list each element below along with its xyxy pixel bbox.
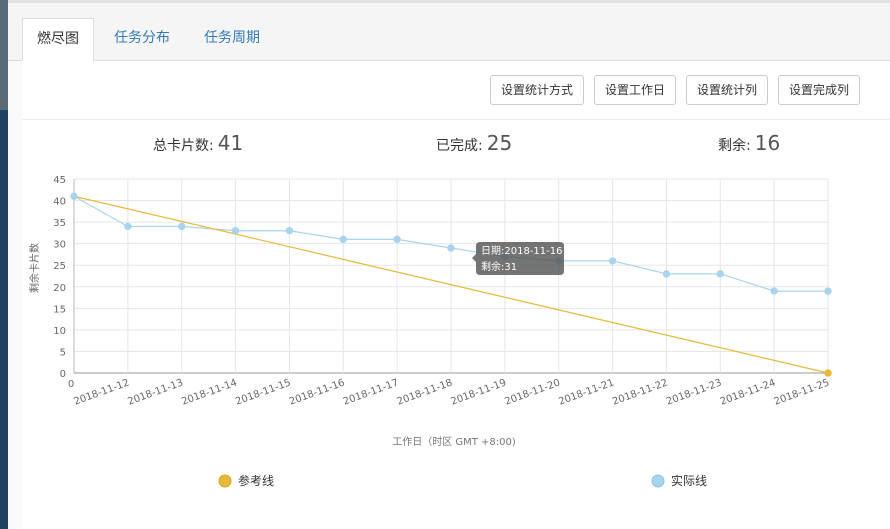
x-tick-label: 2018-11-12 xyxy=(73,377,131,407)
y-tick-label: 0 xyxy=(60,369,66,380)
data-point-1-12[interactable] xyxy=(716,270,724,278)
data-point-1-4[interactable] xyxy=(285,227,294,235)
y-tick-labels: 0 5 10 15 20 25 30 35 40 45 xyxy=(53,175,66,380)
legend-label-1[interactable]: 实际线 xyxy=(671,473,707,488)
app-sidebar-edge xyxy=(0,0,8,529)
y-axis-label: 剩余卡片数 xyxy=(28,243,41,293)
data-point-1-1[interactable] xyxy=(124,222,132,231)
x-tick-label: 2018-11-15 xyxy=(234,377,292,407)
y-tick-label: 35 xyxy=(53,218,66,229)
data-point-1-0[interactable] xyxy=(70,192,78,200)
data-point-0-14[interactable] xyxy=(824,369,832,377)
x-tick-label: 2018-11-20 xyxy=(503,377,561,407)
data-point-1-10[interactable] xyxy=(608,257,617,265)
data-point-1-5[interactable] xyxy=(339,235,347,244)
x-tick-label: 2018-11-24 xyxy=(719,377,777,407)
x-tick-label: 2018-11-18 xyxy=(396,377,454,407)
x-tick-label: 2018-11-13 xyxy=(126,377,184,407)
tab-task-distribution[interactable]: 任务分布 xyxy=(114,18,170,59)
x-tick-labels: 02018-11-122018-11-132018-11-142018-11-1… xyxy=(68,377,831,407)
tooltip-remaining: 剩余:31 xyxy=(481,260,517,273)
tooltip: 日期:2018-11-16 剩余:31 xyxy=(472,242,564,275)
x-tick-label: 2018-11-21 xyxy=(557,377,615,407)
y-tick-label: 25 xyxy=(53,261,66,272)
chart-content: 设置统计方式 设置工作日 设置统计列 设置完成列 总卡片数: 41 已完成: 25 … xyxy=(22,61,890,529)
tooltip-date: 日期:2018-11-16 xyxy=(481,245,562,257)
data-point-1-2[interactable] xyxy=(178,222,186,231)
x-tick-label: 2018-11-17 xyxy=(342,377,400,407)
x-axis-label: 工作日（时区 GMT +8:00) xyxy=(392,436,516,448)
data-point-1-3[interactable] xyxy=(231,227,240,235)
x-tick-label: 2018-11-16 xyxy=(288,377,346,407)
y-tick-label: 15 xyxy=(53,304,66,315)
chart-legend: 参考线 实际线 xyxy=(218,473,707,488)
legend-label-0[interactable]: 参考线 xyxy=(238,473,274,488)
x-tick-label: 0 xyxy=(68,379,74,390)
y-tick-label: 10 xyxy=(53,326,66,337)
data-point-1-11[interactable] xyxy=(662,270,671,278)
data-point-1-13[interactable] xyxy=(770,287,778,295)
tab-burndown[interactable]: 燃尽图 xyxy=(22,18,94,61)
x-tick-label: 2018-11-19 xyxy=(450,377,508,407)
y-tick-label: 30 xyxy=(53,240,66,251)
legend-marker-0[interactable] xyxy=(218,474,232,488)
data-point-1-7[interactable] xyxy=(447,244,455,252)
legend-marker-1[interactable] xyxy=(651,474,665,488)
y-tick-label: 45 xyxy=(53,175,66,186)
sidebar-highlight xyxy=(0,0,8,110)
y-tick-label: 20 xyxy=(53,283,66,294)
report-panel: 燃尽图 任务分布 任务周期 设置统计方式 设置工作日 设置统计列 设置完成列 总… xyxy=(8,0,890,529)
data-point-1-14[interactable] xyxy=(824,287,832,295)
x-tick-label: 2018-11-22 xyxy=(611,377,669,407)
chart-grid xyxy=(73,178,829,374)
tab-bar: 燃尽图 任务分布 任务周期 xyxy=(8,3,890,61)
y-tick-label: 40 xyxy=(53,197,66,208)
tab-task-cycle[interactable]: 任务周期 xyxy=(204,18,260,59)
burndown-chart: 051015202530354045 02018-11-122018-11-13… xyxy=(28,175,832,488)
x-tick-label: 2018-11-25 xyxy=(773,377,831,407)
data-point-1-6[interactable] xyxy=(393,235,401,244)
x-tick-label: 2018-11-14 xyxy=(180,377,238,407)
y-tick-label: 5 xyxy=(60,347,66,358)
x-tick-label: 2018-11-23 xyxy=(665,377,723,407)
